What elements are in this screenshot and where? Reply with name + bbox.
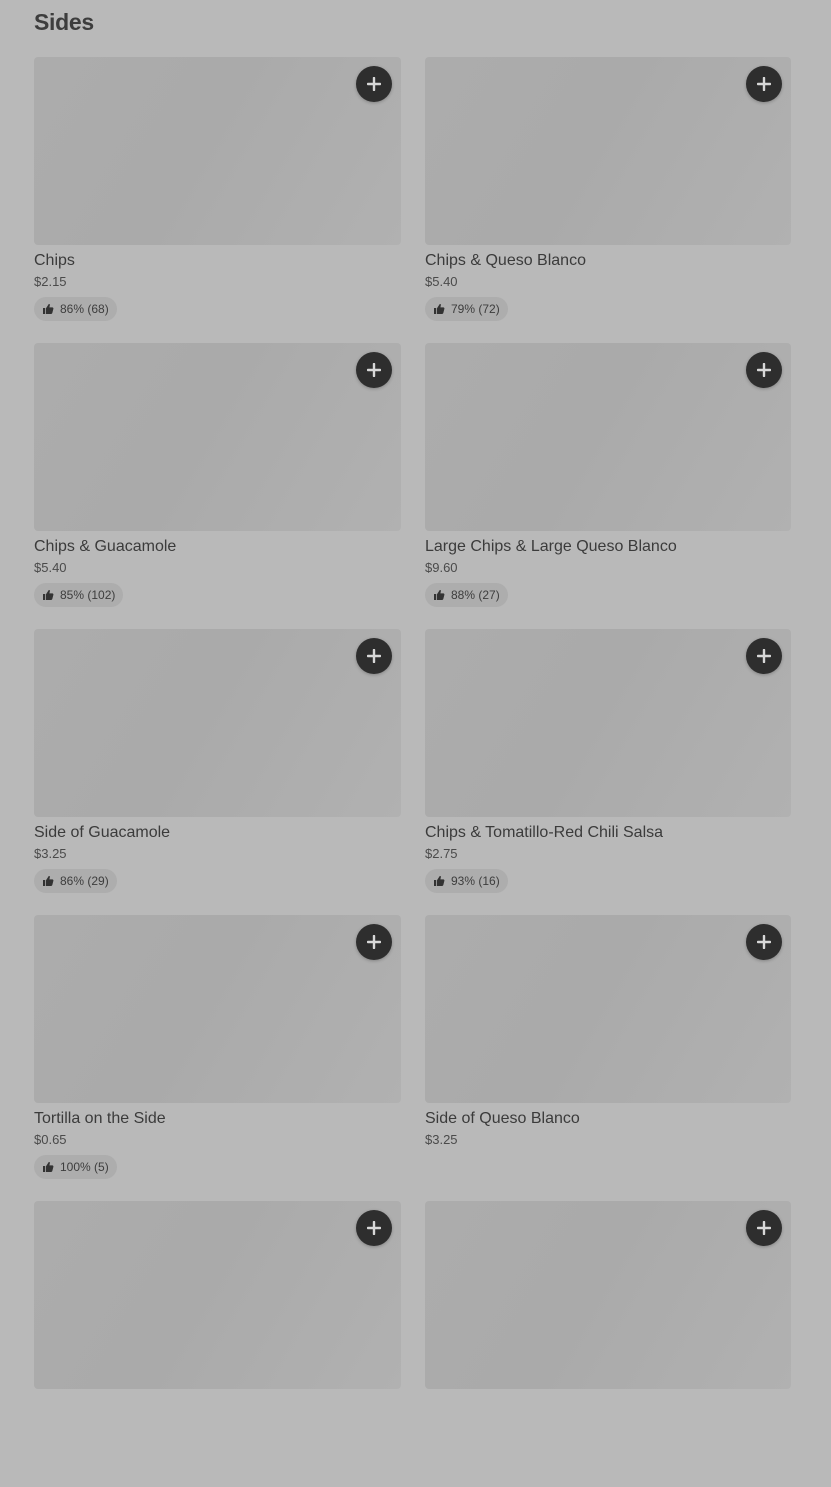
menu-item-card[interactable]: Side of Queso Blanco $3.25 [425, 915, 791, 1201]
item-image[interactable] [425, 629, 791, 817]
item-price: $2.75 [425, 846, 458, 861]
plus-icon [757, 935, 771, 949]
item-name[interactable]: Chips & Queso Blanco [425, 250, 791, 272]
item-price: $2.15 [34, 274, 67, 289]
rating-text: 100% (5) [60, 1160, 109, 1174]
item-price: $3.25 [34, 846, 67, 861]
plus-icon [367, 1221, 381, 1235]
rating-text: 85% (102) [60, 588, 116, 602]
item-image[interactable] [425, 1201, 791, 1389]
menu-item-card[interactable]: Chips & Queso Blanco $5.40 79% (72) [425, 57, 791, 343]
plus-icon [367, 935, 381, 949]
add-to-cart-button[interactable] [356, 352, 392, 388]
rating-text: 93% (16) [451, 874, 500, 888]
item-price: $5.40 [425, 274, 458, 289]
item-name[interactable]: Chips & Tomatillo-Red Chili Salsa [425, 822, 791, 844]
thumbs-up-icon [43, 1162, 54, 1172]
item-image[interactable] [34, 915, 401, 1103]
plus-icon [757, 1221, 771, 1235]
rating-badge: 86% (29) [34, 869, 117, 893]
rating-badge: 93% (16) [425, 869, 508, 893]
menu-item-card[interactable] [34, 1201, 401, 1487]
plus-icon [367, 363, 381, 377]
item-name[interactable]: Side of Guacamole [34, 822, 401, 844]
add-to-cart-button[interactable] [356, 1210, 392, 1246]
item-image[interactable] [34, 629, 401, 817]
add-to-cart-button[interactable] [356, 924, 392, 960]
item-name[interactable]: Side of Queso Blanco [425, 1108, 791, 1130]
add-to-cart-button[interactable] [746, 638, 782, 674]
rating-badge: 79% (72) [425, 297, 508, 321]
item-name[interactable]: Tortilla on the Side [34, 1108, 401, 1130]
item-image[interactable] [34, 57, 401, 245]
add-to-cart-button[interactable] [356, 638, 392, 674]
menu-item-card[interactable]: Side of Guacamole $3.25 86% (29) [34, 629, 401, 915]
menu-item-card[interactable]: Large Chips & Large Queso Blanco $9.60 8… [425, 343, 791, 629]
item-image[interactable] [34, 1201, 401, 1389]
rating-badge: 85% (102) [34, 583, 124, 607]
rating-badge: 100% (5) [34, 1155, 117, 1179]
thumbs-up-icon [43, 876, 54, 886]
rating-badge: 86% (68) [34, 297, 117, 321]
menu-item-card[interactable] [425, 1201, 791, 1487]
rating-text: 79% (72) [451, 302, 500, 316]
add-to-cart-button[interactable] [746, 66, 782, 102]
item-price: $9.60 [425, 560, 458, 575]
rating-text: 86% (68) [60, 302, 109, 316]
add-to-cart-button[interactable] [356, 66, 392, 102]
thumbs-up-icon [434, 590, 445, 600]
menu-item-card[interactable]: Chips & Tomatillo-Red Chili Salsa $2.75 … [425, 629, 791, 915]
add-to-cart-button[interactable] [746, 924, 782, 960]
thumbs-up-icon [43, 590, 54, 600]
section-title: Sides [34, 9, 94, 35]
rating-text: 88% (27) [451, 588, 500, 602]
add-to-cart-button[interactable] [746, 352, 782, 388]
plus-icon [757, 77, 771, 91]
item-price: $3.25 [425, 1132, 458, 1147]
plus-icon [757, 363, 771, 377]
add-to-cart-button[interactable] [746, 1210, 782, 1246]
item-price: $5.40 [34, 560, 67, 575]
plus-icon [367, 77, 381, 91]
item-name[interactable]: Chips [34, 250, 401, 272]
item-image[interactable] [425, 915, 791, 1103]
plus-icon [367, 649, 381, 663]
rating-text: 86% (29) [60, 874, 109, 888]
plus-icon [757, 649, 771, 663]
thumbs-up-icon [434, 304, 445, 314]
item-image[interactable] [34, 343, 401, 531]
rating-badge: 88% (27) [425, 583, 508, 607]
item-name[interactable]: Chips & Guacamole [34, 536, 401, 558]
item-price: $0.65 [34, 1132, 67, 1147]
item-image[interactable] [425, 57, 791, 245]
thumbs-up-icon [434, 876, 445, 886]
item-image[interactable] [425, 343, 791, 531]
thumbs-up-icon [43, 304, 54, 314]
menu-item-card[interactable]: Tortilla on the Side $0.65 100% (5) [34, 915, 401, 1201]
menu-item-card[interactable]: Chips & Guacamole $5.40 85% (102) [34, 343, 401, 629]
item-name[interactable]: Large Chips & Large Queso Blanco [425, 536, 791, 558]
menu-items-grid: Chips $2.15 86% (68) Chips & Queso Blanc… [34, 57, 791, 1487]
menu-item-card[interactable]: Chips $2.15 86% (68) [34, 57, 401, 343]
